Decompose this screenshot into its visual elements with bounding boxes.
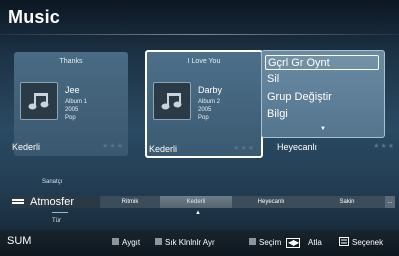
genre: Pop	[65, 115, 76, 121]
menu-item-play-selected[interactable]: Gçrl Gr Oynt	[265, 55, 379, 70]
sort-current-category[interactable]: Atmosfer	[10, 196, 100, 208]
tools-icon	[339, 237, 349, 246]
rating-stars: ★★★	[102, 143, 124, 150]
menu-bars-icon	[12, 199, 24, 204]
mood-label: Heyecanlı	[277, 142, 318, 152]
sort-bar: Atmosfer Ritmik Kederli Heyecanlı Sakin …	[10, 196, 395, 208]
card-title: I Love You	[187, 58, 221, 65]
artist-name: Darby	[198, 85, 223, 95]
year: 2005	[65, 107, 79, 113]
music-thumbnail	[153, 82, 191, 120]
music-note-icon	[28, 93, 49, 110]
card-title: Thanks	[59, 58, 83, 65]
sort-option-heyecanli[interactable]: Heyecanlı	[232, 196, 310, 208]
context-menu: Gçrl Gr Oynt Sil Grup Değiştir Bilgi ▼	[261, 50, 385, 138]
hint-device[interactable]: Aygıt	[122, 238, 140, 247]
mood-row-1: Kederli ★★★	[10, 139, 134, 157]
track-meta: Jee Album 1 2005 Pop	[65, 85, 125, 122]
sort-current-label: Atmosfer	[30, 196, 75, 208]
year: 2005	[198, 107, 212, 113]
gray-square-icon	[155, 238, 162, 245]
gray-square-icon	[249, 238, 256, 245]
caret-up-icon: ▲	[195, 210, 201, 216]
page-title: Music	[8, 7, 61, 27]
skip-icon: ◀▶	[286, 238, 301, 248]
gray-square-icon	[112, 238, 119, 245]
hint-favorites[interactable]: Sık Klnlnlr Ayr	[165, 238, 215, 247]
music-note-icon	[161, 93, 182, 110]
rating-stars: ★★★	[373, 143, 395, 150]
chevron-down-icon[interactable]: ▼	[320, 126, 326, 132]
hint-select[interactable]: Seçim	[259, 238, 281, 247]
hint-options[interactable]: Seçenek	[352, 238, 383, 247]
menu-item-delete[interactable]: Sil	[265, 72, 379, 87]
mood-label: Kederli	[12, 142, 41, 152]
music-thumbnail	[20, 82, 58, 120]
title-divider	[0, 34, 399, 35]
album-card-2[interactable]: I Love You Darby Album 2 2005 Pop Kederl…	[145, 50, 263, 158]
sort-label-artist[interactable]: Sanatçı	[42, 179, 62, 185]
sort-option-sakin[interactable]: Sakin	[310, 196, 384, 208]
sort-option-kederli[interactable]: Kederli	[160, 196, 232, 208]
mood-row-3: Heyecanlı ★★★	[275, 139, 395, 157]
mood-label: Kederli	[149, 144, 178, 154]
sort-more-button[interactable]: ...	[385, 196, 395, 208]
genre: Pop	[198, 115, 209, 121]
sum-logo: SUM	[7, 235, 32, 247]
sort-option-ritmik[interactable]: Ritmik	[100, 196, 160, 208]
sort-label-genre[interactable]: Tür	[52, 218, 61, 224]
artist-name: Jee	[65, 85, 80, 95]
menu-item-info[interactable]: Bilgi	[265, 107, 379, 122]
sort-underline	[52, 212, 68, 213]
menu-item-change-group[interactable]: Grup Değiştir	[265, 90, 379, 105]
album-name: Album 1	[65, 99, 88, 105]
rating-stars: ★★★	[233, 145, 255, 152]
track-meta: Darby Album 2 2005 Pop	[198, 85, 258, 122]
hint-skip[interactable]: Atla	[308, 238, 322, 247]
album-name: Album 2	[198, 99, 221, 105]
